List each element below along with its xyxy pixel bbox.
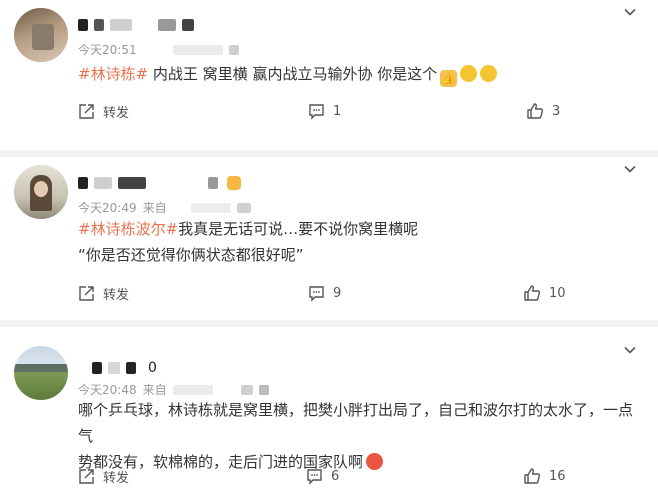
timestamp: 今天20:48 — [78, 383, 137, 397]
comment-icon — [307, 468, 322, 485]
badge-icon — [227, 176, 241, 190]
share-icon — [79, 285, 94, 301]
username[interactable] — [78, 174, 241, 192]
comment-card-3: 0 今天20:48 来自 哪个乒乓球，林诗栋就是窝里横，把樊小胖打出局了，自己和… — [0, 327, 658, 500]
like-button[interactable]: 10 — [523, 281, 566, 305]
repost-button[interactable]: 转发 — [78, 281, 129, 305]
comment-actions: 转发 9 10 — [78, 281, 568, 305]
grinning-emoji — [460, 65, 478, 82]
comment-meta: 今天20:48 来自 — [78, 381, 269, 398]
avatar[interactable] — [14, 165, 68, 219]
grinning-emoji — [480, 65, 498, 82]
comment-icon — [309, 285, 324, 302]
repost-button[interactable]: 转发 — [78, 99, 129, 123]
comment-text: #林诗栋# 内战王 窝里横 赢内战立马输外协 你是这个 👍 — [78, 61, 643, 87]
avatar[interactable] — [14, 8, 68, 62]
like-count: 3 — [552, 103, 561, 119]
divider — [0, 320, 658, 327]
comment-button[interactable]: 9 — [308, 281, 341, 305]
repost-button[interactable]: 转发 — [78, 464, 129, 488]
like-count: 10 — [549, 285, 566, 301]
chevron-down-icon[interactable] — [624, 6, 636, 18]
username[interactable]: 0 — [78, 359, 157, 377]
thumbs-up-icon — [524, 285, 541, 301]
topic-link[interactable]: #林诗栋波尔# — [78, 220, 178, 238]
username[interactable] — [78, 16, 194, 34]
timestamp: 今天20:51 — [78, 43, 137, 57]
comment-count: 9 — [333, 285, 342, 301]
topic-link[interactable]: #林诗栋# — [78, 65, 148, 83]
comment-meta: 今天20:51 — [78, 41, 239, 58]
thumbs-up-icon — [527, 103, 544, 119]
like-button[interactable]: 3 — [526, 99, 560, 123]
timestamp: 今天20:49 — [78, 201, 137, 215]
comment-count: 6 — [331, 468, 340, 484]
comment-meta: 今天20:49 来自 — [78, 199, 251, 216]
share-icon — [79, 103, 94, 119]
comment-actions: 转发 1 3 — [78, 99, 568, 123]
divider — [0, 150, 658, 157]
thumbs-up-icon — [524, 468, 541, 484]
share-icon — [79, 468, 94, 484]
comment-icon — [309, 103, 324, 120]
comment-button[interactable]: 1 — [308, 99, 341, 123]
source-label: 来自 — [142, 201, 167, 215]
like-count: 16 — [549, 468, 566, 484]
source-label: 来自 — [142, 383, 167, 397]
avatar[interactable] — [14, 346, 68, 400]
chevron-down-icon[interactable] — [624, 344, 636, 356]
comment-count: 1 — [333, 103, 342, 119]
chevron-down-icon[interactable] — [624, 163, 636, 175]
comment-actions: 转发 6 16 — [78, 464, 568, 488]
comment-button[interactable]: 6 — [306, 464, 339, 488]
comment-text: #林诗栋波尔#我真是无话可说…要不说你窝里横呢 “你是否还觉得你俩状态都很好呢” — [78, 220, 419, 264]
thumbs-up-emoji: 👍 — [440, 70, 458, 87]
comment-card-1: 今天20:51 #林诗栋# 内战王 窝里横 赢内战立马输外协 你是这个 👍 转发 … — [0, 0, 658, 150]
comment-card-2: 今天20:49 来自 #林诗栋波尔#我真是无话可说…要不说你窝里横呢 “你是否还… — [0, 157, 658, 320]
like-button[interactable]: 16 — [523, 464, 566, 488]
